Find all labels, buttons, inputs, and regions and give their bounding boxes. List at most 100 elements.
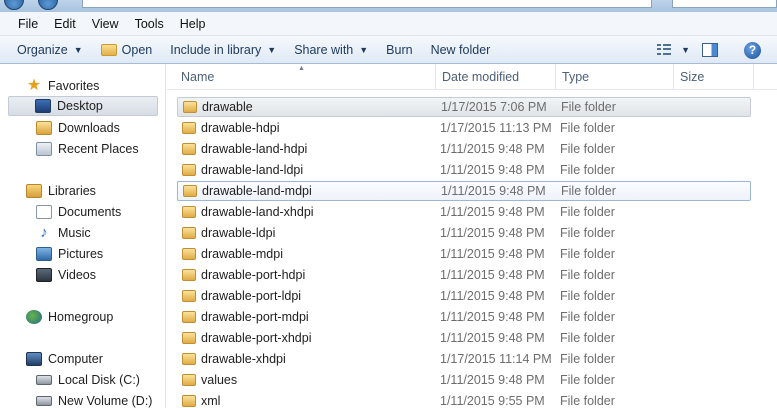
forward-button[interactable] bbox=[38, 0, 58, 10]
menu-file[interactable]: File bbox=[10, 17, 46, 31]
column-date-label: Date modified bbox=[442, 70, 520, 84]
file-date-modified: 1/11/2015 9:48 PM bbox=[440, 310, 545, 324]
nav-computer[interactable]: Computer bbox=[10, 349, 160, 369]
nav-recent-places-label: Recent Places bbox=[58, 142, 139, 156]
view-options-icon[interactable] bbox=[657, 44, 673, 56]
file-type: File folder bbox=[560, 163, 615, 177]
file-type: File folder bbox=[560, 310, 615, 324]
nav-documents[interactable]: Documents bbox=[10, 202, 160, 222]
organize-button[interactable]: Organize ▼ bbox=[8, 39, 92, 61]
file-row[interactable]: values 1/11/2015 9:48 PM File folder bbox=[177, 370, 751, 390]
file-row[interactable]: drawable-xhdpi 1/17/2015 11:14 PM File fol… bbox=[177, 349, 751, 369]
column-type-label: Type bbox=[562, 70, 590, 84]
share-with-button[interactable]: Share with ▼ bbox=[285, 39, 377, 61]
nav-recent-places[interactable]: Recent Places bbox=[10, 139, 160, 159]
file-name: drawable-port-ldpi bbox=[201, 289, 302, 303]
file-row[interactable]: drawable-port-xhdpi 1/11/2015 9:48 PM File… bbox=[177, 328, 751, 348]
nav-downloads[interactable]: Downloads bbox=[10, 118, 160, 138]
pictures-icon bbox=[36, 247, 52, 261]
nav-pictures-label: Pictures bbox=[58, 247, 104, 261]
file-date-modified: 1/11/2015 9:48 PM bbox=[440, 247, 545, 261]
nav-local-disk-label: Local Disk (C:) bbox=[58, 373, 140, 387]
file-row[interactable]: drawable-port-hdpi 1/11/2015 9:48 PM File … bbox=[177, 265, 751, 285]
file-row[interactable]: drawable-land-hdpi 1/11/2015 9:48 PM File … bbox=[177, 139, 751, 159]
file-name: drawable-mdpi bbox=[201, 247, 283, 261]
nav-new-volume[interactable]: New Volume (D:) bbox=[10, 391, 160, 408]
file-row[interactable]: drawable-port-ldpi 1/11/2015 9:48 PM File … bbox=[177, 286, 751, 306]
help-icon[interactable]: ? bbox=[744, 41, 761, 59]
folder-icon bbox=[182, 143, 196, 155]
file-row[interactable]: xml 1/11/2015 9:55 PM File folder bbox=[177, 391, 751, 408]
menu-edit[interactable]: Edit bbox=[46, 17, 84, 31]
file-row[interactable]: drawable-port-mdpi 1/11/2015 9:48 PM File … bbox=[177, 307, 751, 327]
nav-desktop[interactable]: Desktop bbox=[8, 96, 158, 116]
file-row[interactable]: drawable-hdpi 1/17/2015 11:13 PM File fold… bbox=[177, 118, 751, 138]
file-row[interactable]: drawable-land-ldpi 1/11/2015 9:48 PM File … bbox=[177, 160, 751, 180]
menu-tools[interactable]: Tools bbox=[127, 17, 172, 31]
search-box[interactable] bbox=[672, 0, 777, 8]
nav-desktop-label: Desktop bbox=[57, 99, 103, 113]
file-name: drawable-port-mdpi bbox=[201, 310, 309, 324]
nav-videos[interactable]: Videos bbox=[10, 265, 160, 285]
menu-view[interactable]: View bbox=[84, 17, 127, 31]
nav-libraries[interactable]: Libraries bbox=[10, 181, 160, 201]
file-date-modified: 1/11/2015 9:48 PM bbox=[440, 373, 545, 387]
file-row[interactable]: drawable 1/17/2015 7:06 PM File folder bbox=[177, 97, 751, 117]
nav-downloads-label: Downloads bbox=[58, 121, 120, 135]
column-type[interactable]: Type bbox=[556, 64, 674, 90]
computer-icon bbox=[26, 352, 42, 366]
menu-help[interactable]: Help bbox=[172, 17, 214, 31]
folder-open-icon bbox=[100, 43, 117, 56]
file-date-modified: 1/11/2015 9:48 PM bbox=[440, 163, 545, 177]
back-button[interactable] bbox=[4, 0, 24, 10]
nav-libraries-label: Libraries bbox=[48, 184, 96, 198]
nav-homegroup-label: Homegroup bbox=[48, 310, 114, 324]
file-type: File folder bbox=[561, 100, 616, 114]
nav-videos-label: Videos bbox=[58, 268, 96, 282]
address-bar[interactable] bbox=[82, 0, 652, 8]
burn-button[interactable]: Burn bbox=[377, 39, 421, 61]
folder-icon bbox=[182, 164, 196, 176]
nav-pictures[interactable]: Pictures bbox=[10, 244, 160, 264]
column-size[interactable]: Size bbox=[674, 64, 754, 90]
column-name[interactable]: Name bbox=[175, 64, 436, 90]
nav-local-disk[interactable]: Local Disk (C:) bbox=[10, 370, 160, 390]
nav-favorites[interactable]: ★ Favorites bbox=[10, 76, 160, 96]
file-type: File folder bbox=[560, 352, 615, 366]
file-row[interactable]: drawable-ldpi 1/11/2015 9:48 PM File folde… bbox=[177, 223, 751, 243]
file-row[interactable]: drawable-land-xhdpi 1/11/2015 9:48 PM File… bbox=[177, 202, 751, 222]
file-name: drawable-land-xhdpi bbox=[201, 205, 314, 219]
file-type: File folder bbox=[560, 331, 615, 345]
nav-documents-label: Documents bbox=[58, 205, 122, 219]
include-in-library-label: Include in library bbox=[170, 42, 262, 57]
nav-new-volume-label: New Volume (D:) bbox=[58, 394, 153, 408]
preview-pane-icon[interactable] bbox=[702, 43, 718, 57]
file-date-modified: 1/11/2015 9:55 PM bbox=[440, 394, 545, 408]
file-type: File folder bbox=[560, 226, 615, 240]
new-folder-button[interactable]: New folder bbox=[422, 39, 500, 61]
folder-icon bbox=[182, 395, 196, 407]
folder-icon bbox=[182, 206, 196, 218]
file-name: values bbox=[201, 373, 238, 387]
disk-icon bbox=[36, 396, 52, 406]
file-row[interactable]: drawable-mdpi 1/11/2015 9:48 PM File folde… bbox=[177, 244, 751, 264]
nav-homegroup[interactable]: Homegroup bbox=[10, 307, 160, 327]
music-icon: ♪ bbox=[40, 224, 48, 241]
folder-icon bbox=[182, 374, 196, 386]
file-type: File folder bbox=[560, 247, 615, 261]
file-row[interactable]: drawable-land-mdpi 1/11/2015 9:48 PM File … bbox=[177, 181, 751, 201]
burn-label: Burn bbox=[386, 42, 413, 57]
chevron-down-icon[interactable]: ▼ bbox=[681, 45, 690, 55]
file-type: File folder bbox=[560, 394, 615, 408]
file-list: ▲ Name Date modified Type Size drawable 1… bbox=[167, 64, 777, 408]
file-name: drawable-xhdpi bbox=[201, 352, 286, 366]
file-date-modified: 1/11/2015 9:48 PM bbox=[440, 226, 545, 240]
column-header: ▲ Name Date modified Type Size bbox=[167, 64, 777, 90]
open-button[interactable]: Open bbox=[92, 39, 162, 61]
file-date-modified: 1/11/2015 9:48 PM bbox=[440, 142, 545, 156]
file-name: drawable-land-ldpi bbox=[201, 163, 304, 177]
homegroup-icon bbox=[26, 310, 42, 324]
include-in-library-button[interactable]: Include in library ▼ bbox=[161, 39, 285, 61]
column-date-modified[interactable]: Date modified bbox=[436, 64, 556, 90]
nav-music[interactable]: ♪ Music bbox=[10, 223, 160, 243]
